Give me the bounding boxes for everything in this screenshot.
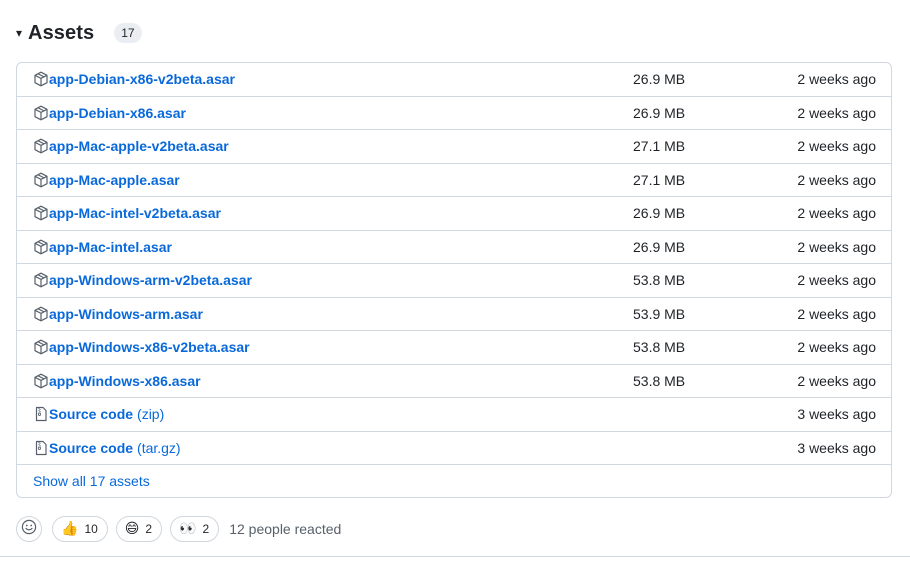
- assets-title: Assets: [28, 21, 95, 44]
- thumbs-up-icon: 👍: [61, 521, 79, 537]
- source-code-zip-link[interactable]: Source code: [49, 406, 133, 422]
- smiley-icon: [21, 519, 37, 540]
- asset-time: 2 weeks ago: [797, 205, 876, 222]
- reaction-thumbs-up[interactable]: 👍 10: [52, 516, 108, 542]
- source-code-suffix[interactable]: (tar.gz): [137, 440, 181, 456]
- package-icon: [33, 306, 49, 322]
- asset-link[interactable]: app-Mac-apple.asar: [49, 172, 180, 188]
- file-zip-icon: [33, 406, 49, 422]
- asset-link[interactable]: app-Mac-intel.asar: [49, 239, 172, 255]
- asset-link[interactable]: app-Windows-arm-v2beta.asar: [49, 272, 252, 288]
- reaction-count: 2: [202, 522, 210, 536]
- asset-row: app-Mac-intel-v2beta.asar 26.9 MB 2 week…: [17, 197, 891, 231]
- asset-row: app-Mac-apple.asar 27.1 MB 2 weeks ago: [17, 164, 891, 197]
- asset-size: 53.8 MB: [633, 372, 686, 389]
- show-all-assets-link[interactable]: Show all 17 assets: [33, 473, 150, 489]
- caret-down-icon[interactable]: ▾: [16, 27, 22, 39]
- source-code-suffix[interactable]: (zip): [137, 406, 164, 422]
- asset-row: app-Windows-arm-v2beta.asar 53.8 MB 2 we…: [17, 264, 891, 298]
- reaction-summary: 12 people reacted: [229, 521, 342, 537]
- reaction-eyes[interactable]: 👀 2: [170, 516, 220, 542]
- asset-time: 2 weeks ago: [797, 305, 876, 322]
- package-icon: [33, 339, 49, 355]
- package-icon: [33, 138, 49, 154]
- source-row: Source code (zip) 3 weeks ago: [17, 398, 891, 432]
- reaction-count: 10: [84, 522, 98, 536]
- asset-size: 26.9 MB: [633, 71, 686, 88]
- asset-link[interactable]: app-Debian-x86.asar: [49, 105, 186, 121]
- asset-size: 26.9 MB: [633, 238, 686, 255]
- asset-time: 2 weeks ago: [797, 104, 876, 121]
- asset-row: app-Mac-apple-v2beta.asar 27.1 MB 2 week…: [17, 130, 891, 164]
- asset-time: 2 weeks ago: [797, 272, 876, 289]
- assets-count-badge: 17: [114, 23, 142, 43]
- asset-time: 2 weeks ago: [797, 71, 876, 88]
- asset-size: 53.8 MB: [633, 272, 686, 289]
- asset-size: 26.9 MB: [633, 205, 686, 222]
- package-icon: [33, 71, 49, 87]
- package-icon: [33, 373, 49, 389]
- asset-link[interactable]: app-Debian-x86-v2beta.asar: [49, 71, 235, 87]
- asset-time: 2 weeks ago: [797, 138, 876, 155]
- package-icon: [33, 172, 49, 188]
- asset-time: 3 weeks ago: [797, 439, 876, 456]
- asset-row: app-Mac-intel.asar 26.9 MB 2 weeks ago: [17, 231, 891, 264]
- reaction-smile[interactable]: 😄 2: [115, 516, 163, 542]
- asset-size: 53.8 MB: [633, 339, 686, 356]
- show-all-row: Show all 17 assets: [17, 465, 891, 497]
- source-row: Source code (tar.gz) 3 weeks ago: [17, 432, 891, 465]
- section-divider: [0, 556, 910, 557]
- reactions-bar: 👍 10 😄 2 👀 2 12 people reacted: [16, 516, 341, 542]
- asset-size: 53.9 MB: [633, 305, 686, 322]
- asset-row: app-Debian-x86-v2beta.asar 26.9 MB 2 wee…: [17, 63, 891, 97]
- source-code-targz-link[interactable]: Source code: [49, 440, 133, 456]
- asset-size: 27.1 MB: [633, 138, 686, 155]
- reaction-count: 2: [145, 522, 153, 536]
- asset-link[interactable]: app-Windows-x86.asar: [49, 373, 201, 389]
- asset-size: 26.9 MB: [633, 104, 686, 121]
- package-icon: [33, 239, 49, 255]
- add-reaction-button[interactable]: [16, 516, 42, 542]
- package-icon: [33, 105, 49, 121]
- asset-time: 2 weeks ago: [797, 238, 876, 255]
- asset-time: 2 weeks ago: [797, 171, 876, 188]
- asset-link[interactable]: app-Mac-apple-v2beta.asar: [49, 138, 229, 154]
- assets-list: app-Debian-x86-v2beta.asar 26.9 MB 2 wee…: [16, 62, 892, 498]
- asset-row: app-Debian-x86.asar 26.9 MB 2 weeks ago: [17, 97, 891, 130]
- asset-time: 3 weeks ago: [797, 406, 876, 423]
- asset-size: 27.1 MB: [633, 171, 686, 188]
- file-zip-icon: [33, 440, 49, 456]
- asset-link[interactable]: app-Mac-intel-v2beta.asar: [49, 205, 221, 221]
- package-icon: [33, 272, 49, 288]
- package-icon: [33, 205, 49, 221]
- asset-link[interactable]: app-Windows-arm.asar: [49, 306, 203, 322]
- asset-time: 2 weeks ago: [797, 372, 876, 389]
- asset-time: 2 weeks ago: [797, 339, 876, 356]
- eyes-icon: 👀: [179, 521, 197, 537]
- assets-header[interactable]: ▾ Assets 17: [16, 18, 142, 48]
- asset-row: app-Windows-x86.asar 53.8 MB 2 weeks ago: [17, 365, 891, 398]
- asset-link[interactable]: app-Windows-x86-v2beta.asar: [49, 339, 250, 355]
- asset-row: app-Windows-arm.asar 53.9 MB 2 weeks ago: [17, 298, 891, 331]
- asset-row: app-Windows-x86-v2beta.asar 53.8 MB 2 we…: [17, 331, 891, 365]
- smile-icon: 😄: [124, 521, 140, 537]
